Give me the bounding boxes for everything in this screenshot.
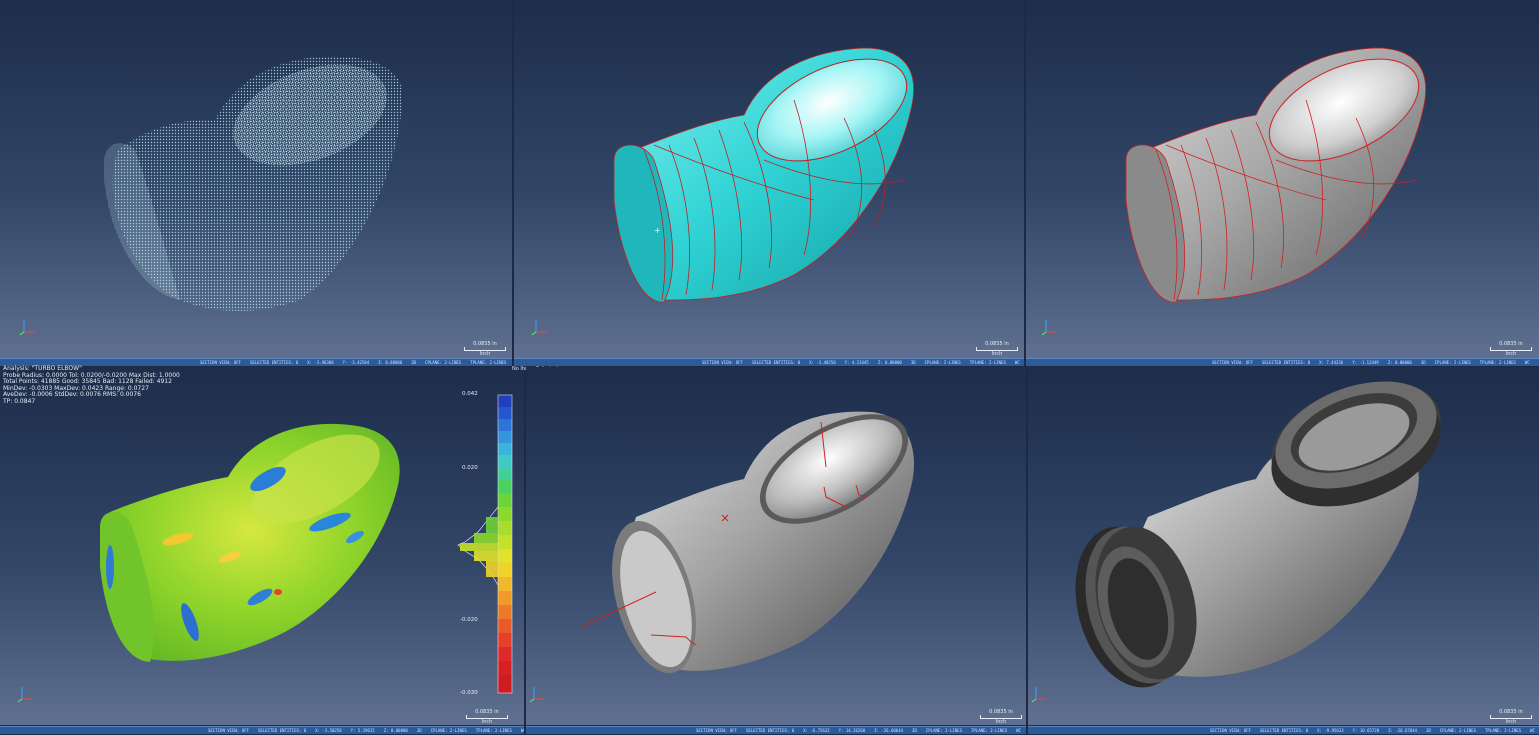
status-bar-3: SECTION VIEW: OFF SELECTED ENTITIES: 0 X: … <box>1026 358 1539 366</box>
status-bar-4: SECTION VIEW: OFF SELECTED ENTITIES: 0 X: … <box>0 726 524 734</box>
flanged-elbow-model <box>1075 381 1441 688</box>
scale-indicator: 0.0835 in Inch <box>462 341 508 357</box>
colorbar-tick-label: 0.020 <box>462 465 478 471</box>
deviation-color-bar <box>457 394 513 694</box>
axis-triad-icon <box>17 687 32 703</box>
deviation-map-model <box>100 394 513 694</box>
viewport-gray-surface[interactable]: 0.0835 in Inch <box>1026 0 1539 358</box>
axis-triad-icon <box>19 320 34 336</box>
colorbar-tick-label: 0.042 <box>462 391 478 397</box>
scale-indicator: 0.0835 in Inch <box>974 341 1020 357</box>
status-bar-6: SECTION VIEW: OFF SELECTED ENTITIES: 0 X: … <box>1028 726 1539 734</box>
shelled-elbow-model <box>580 411 915 673</box>
colorbar-tick-label: -0.030 <box>460 690 478 696</box>
axis-triad-icon <box>1041 320 1056 336</box>
scale-indicator: 0.0835 in Inch <box>1488 709 1534 725</box>
viewport-shelled-part[interactable]: 0.0835 in Inch <box>526 367 1026 725</box>
analysis-info-text: Analysis: "TURBO ELBOW" Probe Radius: 0.0… <box>3 365 180 405</box>
colorbar-tick-label: -0.020 <box>460 617 478 623</box>
point-cloud-model <box>103 56 403 311</box>
cursor-icon: + <box>654 226 661 235</box>
scale-indicator: 0.0835 in Inch <box>464 709 510 725</box>
viewport-point-cloud[interactable]: 0.0835 in Inch <box>0 0 512 358</box>
viewport-cyan-surface[interactable]: + 0.0835 in Inch <box>514 0 1024 358</box>
axis-triad-icon <box>1031 687 1046 703</box>
cyan-surface-model: + <box>613 47 915 303</box>
scale-indicator: 0.0835 in Inch <box>978 709 1024 725</box>
axis-triad-icon <box>529 687 544 703</box>
scale-indicator: 0.0835 in Inch <box>1488 341 1534 357</box>
status-bar-2: SECTION VIEW: OFF SELECTED ENTITIES: 0 X: … <box>514 358 1024 366</box>
axis-triad-icon <box>531 320 546 336</box>
viewport-deviation-map[interactable]: 0.042 0.020 -0.020 -0.030 0.0835 in Inch <box>0 367 524 725</box>
viewport-final-part[interactable]: 0.0835 in Inch <box>1028 367 1539 725</box>
gray-surface-model <box>1125 47 1427 303</box>
status-bar-5: SECTION VIEW: OFF SELECTED ENTITIES: 0 X: … <box>526 726 1026 734</box>
